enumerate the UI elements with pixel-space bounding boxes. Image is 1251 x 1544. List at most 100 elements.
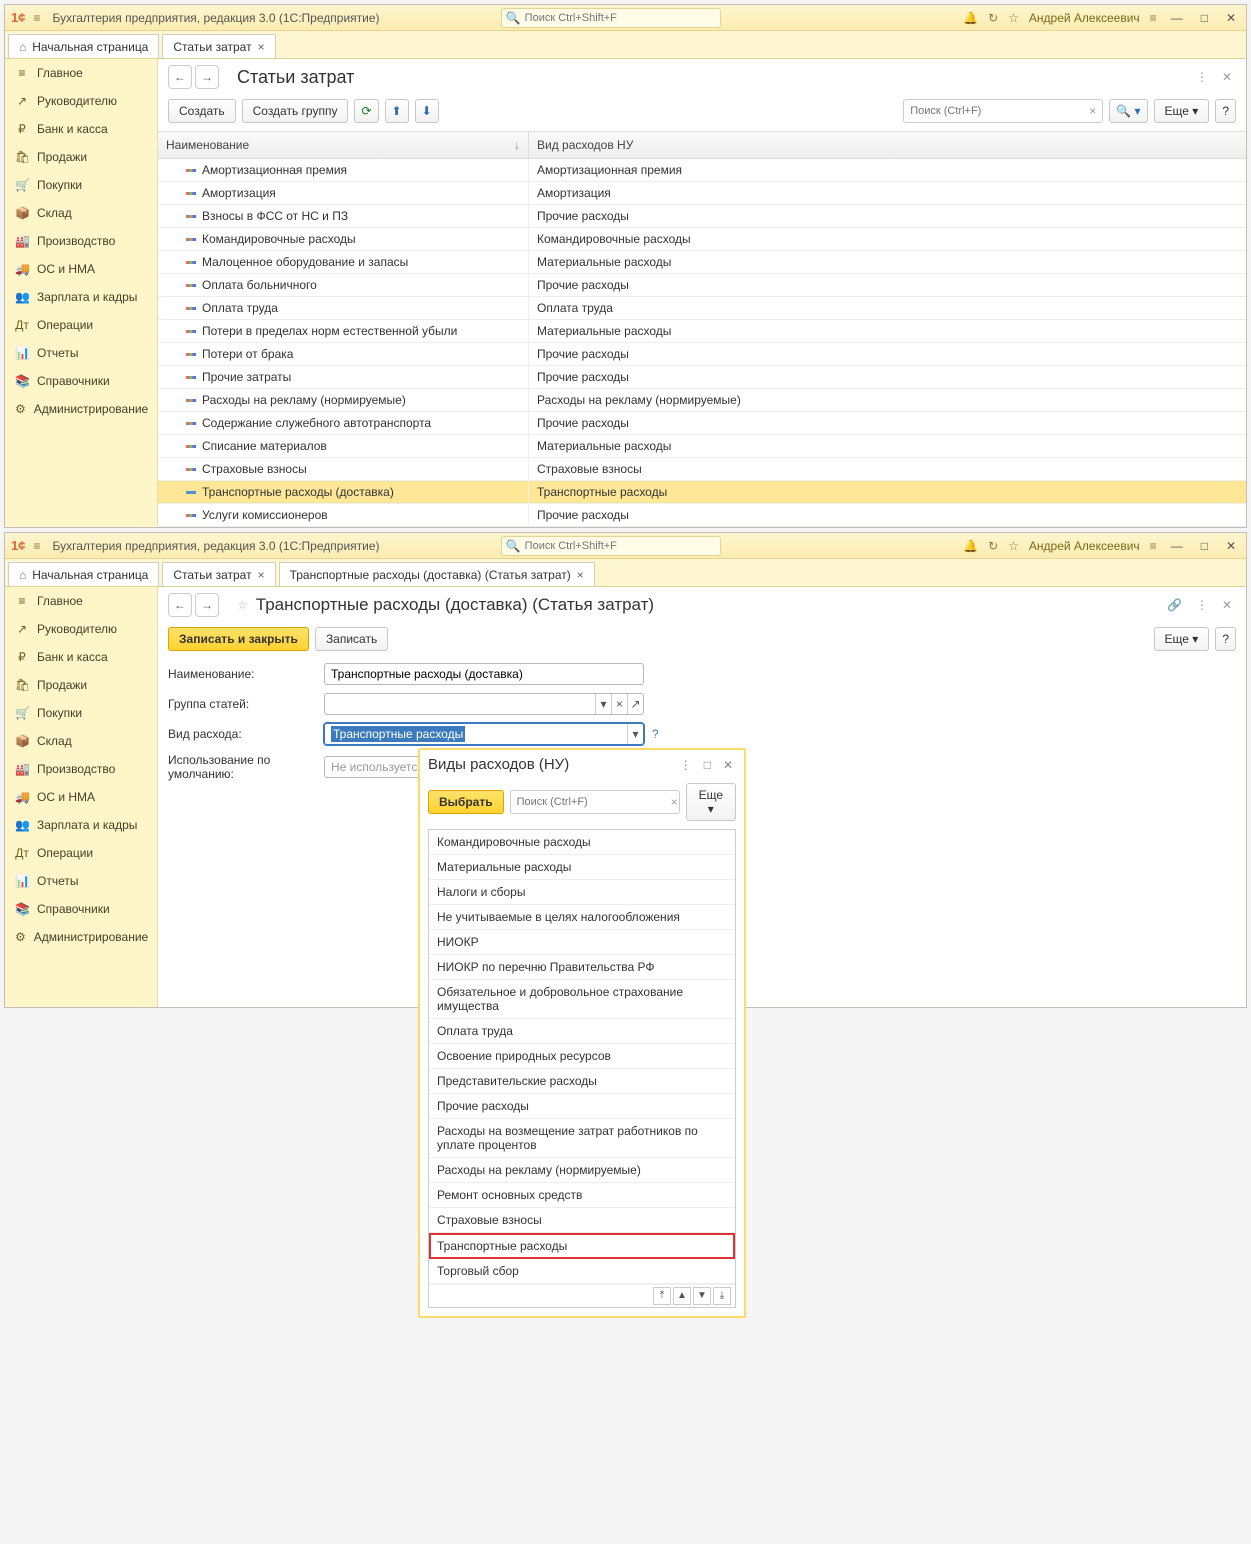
nav-down-icon[interactable]: ▼ <box>693 1287 711 1305</box>
table-row[interactable]: Страховые взносыСтраховые взносы <box>158 458 1246 481</box>
tab[interactable]: Статьи затрат× <box>162 34 275 58</box>
nav-bottom-icon[interactable]: ⤓ <box>713 1287 731 1305</box>
sidebar-item[interactable]: 🛍Продажи <box>5 671 157 699</box>
help-icon[interactable]: ? <box>1215 627 1236 651</box>
input-name[interactable]: Транспортные расходы (доставка) <box>324 663 644 685</box>
save-close-button[interactable]: Записать и закрыть <box>168 627 309 651</box>
popup-kebab-icon[interactable]: ⋮ <box>677 758 695 772</box>
popup-item[interactable]: Обязательное и добровольное страхование … <box>429 980 735 1019</box>
nav-back[interactable]: ← <box>168 65 192 89</box>
sidebar-item[interactable]: 🚚ОС и НМА <box>5 783 157 811</box>
maximize-icon[interactable]: □ <box>1197 11 1212 25</box>
popup-item[interactable]: Командировочные расходы <box>429 830 735 855</box>
kebab-icon[interactable]: ⋮ <box>1192 594 1212 616</box>
popup-item[interactable]: Ремонт основных средств <box>429 1183 735 1208</box>
table-row[interactable]: Командировочные расходыКомандировочные р… <box>158 228 1246 251</box>
move-up-icon[interactable]: ⬆ <box>385 99 409 123</box>
table-row[interactable]: Расходы на рекламу (нормируемые)Расходы … <box>158 389 1246 412</box>
tab[interactable]: ⌂Начальная страница <box>8 562 159 586</box>
bell-icon[interactable]: 🔔 <box>963 539 978 553</box>
table-row[interactable]: Транспортные расходы (доставка)Транспорт… <box>158 481 1246 504</box>
tab-close-icon[interactable]: × <box>258 40 265 54</box>
burger-icon[interactable]: ≡ <box>27 539 46 553</box>
clear-icon[interactable]: × <box>665 795 684 809</box>
sidebar-item[interactable]: ↗Руководителю <box>5 87 157 115</box>
nav-up-icon[interactable]: ▲ <box>673 1287 691 1305</box>
link-icon[interactable]: 🔗 <box>1163 594 1186 616</box>
minimize-icon[interactable]: — <box>1167 11 1187 25</box>
sidebar-item[interactable]: ≡Главное <box>5 59 157 87</box>
popup-item[interactable]: Не учитываемые в целях налогообложения <box>429 905 735 930</box>
popup-item[interactable]: Страховые взносы <box>429 1208 735 1233</box>
popup-item[interactable]: Представительские расходы <box>429 1069 735 1094</box>
popup-item[interactable]: Налоги и сборы <box>429 880 735 905</box>
sidebar-item[interactable]: 📚Справочники <box>5 367 157 395</box>
star-icon[interactable]: ☆ <box>1008 539 1019 553</box>
input-kind[interactable]: Транспортные расходы ▾ <box>324 723 644 745</box>
global-search[interactable]: 🔍 <box>501 536 721 556</box>
global-search-input[interactable] <box>525 12 716 24</box>
history-icon[interactable]: ↻ <box>988 539 998 553</box>
sidebar-item[interactable]: ↗Руководителю <box>5 615 157 643</box>
sidebar-item[interactable]: 📦Склад <box>5 727 157 755</box>
popup-item[interactable]: Оплата труда <box>429 1019 735 1044</box>
global-search-input[interactable] <box>525 540 716 552</box>
popup-close-icon[interactable]: ✕ <box>720 758 736 772</box>
kebab-icon[interactable]: ⋮ <box>1192 66 1212 88</box>
user-label[interactable]: Андрей Алексеевич <box>1029 539 1140 553</box>
popup-item[interactable]: Расходы на рекламу (нормируемые) <box>429 1158 735 1183</box>
input-group[interactable]: ▾ × ↗ <box>324 693 644 715</box>
table-row[interactable]: Оплата больничногоПрочие расходы <box>158 274 1246 297</box>
popup-item[interactable]: Транспортные расходы <box>429 1233 735 1259</box>
close-icon[interactable]: ✕ <box>1222 539 1240 553</box>
create-button[interactable]: Создать <box>168 99 236 123</box>
table-row[interactable]: Взносы в ФСС от НС и ПЗПрочие расходы <box>158 205 1246 228</box>
table-row[interactable]: Потери в пределах норм естественной убыл… <box>158 320 1246 343</box>
sidebar-item[interactable]: 📦Склад <box>5 199 157 227</box>
sidebar-item[interactable]: 🏭Производство <box>5 227 157 255</box>
close-page-icon[interactable]: ✕ <box>1218 594 1236 616</box>
refresh-icon[interactable]: ⟳ <box>354 99 378 123</box>
menu-lines-icon[interactable]: ≡ <box>1150 539 1157 553</box>
history-icon[interactable]: ↻ <box>988 11 998 25</box>
table-row[interactable]: АмортизацияАмортизация <box>158 182 1246 205</box>
sidebar-item[interactable]: ⚙Администрирование <box>5 923 157 951</box>
open-icon[interactable]: ↗ <box>627 694 643 714</box>
more-button[interactable]: Еще ▾ <box>1154 627 1210 651</box>
dropdown-icon[interactable]: ▾ <box>595 694 611 714</box>
popup-item[interactable]: Торговый сбор <box>429 1259 735 1284</box>
nav-forward[interactable]: → <box>195 593 219 617</box>
clear-search-icon[interactable]: × <box>1083 104 1102 118</box>
bell-icon[interactable]: 🔔 <box>963 11 978 25</box>
search-settings-icon[interactable]: 🔍 ▾ <box>1109 99 1147 123</box>
sidebar-item[interactable]: ⚙Администрирование <box>5 395 157 423</box>
sidebar-item[interactable]: 👥Зарплата и кадры <box>5 811 157 839</box>
sidebar-item[interactable]: ₽Банк и касса <box>5 643 157 671</box>
table-row[interactable]: Услуги комиссионеровПрочие расходы <box>158 504 1246 527</box>
favorite-star-icon[interactable]: ☆ <box>237 598 248 612</box>
tab[interactable]: Статьи затрат× <box>162 562 275 586</box>
table-row[interactable]: Списание материаловМатериальные расходы <box>158 435 1246 458</box>
popup-search[interactable]: × <box>510 790 680 814</box>
global-search[interactable]: 🔍 <box>501 8 721 28</box>
popup-item[interactable]: Расходы на возмещение затрат работников … <box>429 1119 735 1158</box>
sidebar-item[interactable]: ≡Главное <box>5 587 157 615</box>
maximize-icon[interactable]: □ <box>1197 539 1212 553</box>
star-icon[interactable]: ☆ <box>1008 11 1019 25</box>
sidebar-item[interactable]: 📊Отчеты <box>5 339 157 367</box>
tab[interactable]: ⌂Начальная страница <box>8 34 159 58</box>
sidebar-item[interactable]: 👥Зарплата и кадры <box>5 283 157 311</box>
clear-icon[interactable]: × <box>611 694 627 714</box>
popup-item[interactable]: НИОКР по перечню Правительства РФ <box>429 955 735 980</box>
sidebar-item[interactable]: ДтОперации <box>5 839 157 867</box>
tab-close-icon[interactable]: × <box>258 568 265 582</box>
tab-close-icon[interactable]: × <box>577 568 584 582</box>
column-name[interactable]: Наименование↓ <box>158 132 528 158</box>
popup-max-icon[interactable]: □ <box>701 758 714 772</box>
table-row[interactable]: Потери от бракаПрочие расходы <box>158 343 1246 366</box>
popup-item[interactable]: НИОКР <box>429 930 735 955</box>
burger-icon[interactable]: ≡ <box>27 11 46 25</box>
sidebar-item[interactable]: 🚚ОС и НМА <box>5 255 157 283</box>
search-input[interactable] <box>904 105 1083 117</box>
table-row[interactable]: Оплата трудаОплата труда <box>158 297 1246 320</box>
